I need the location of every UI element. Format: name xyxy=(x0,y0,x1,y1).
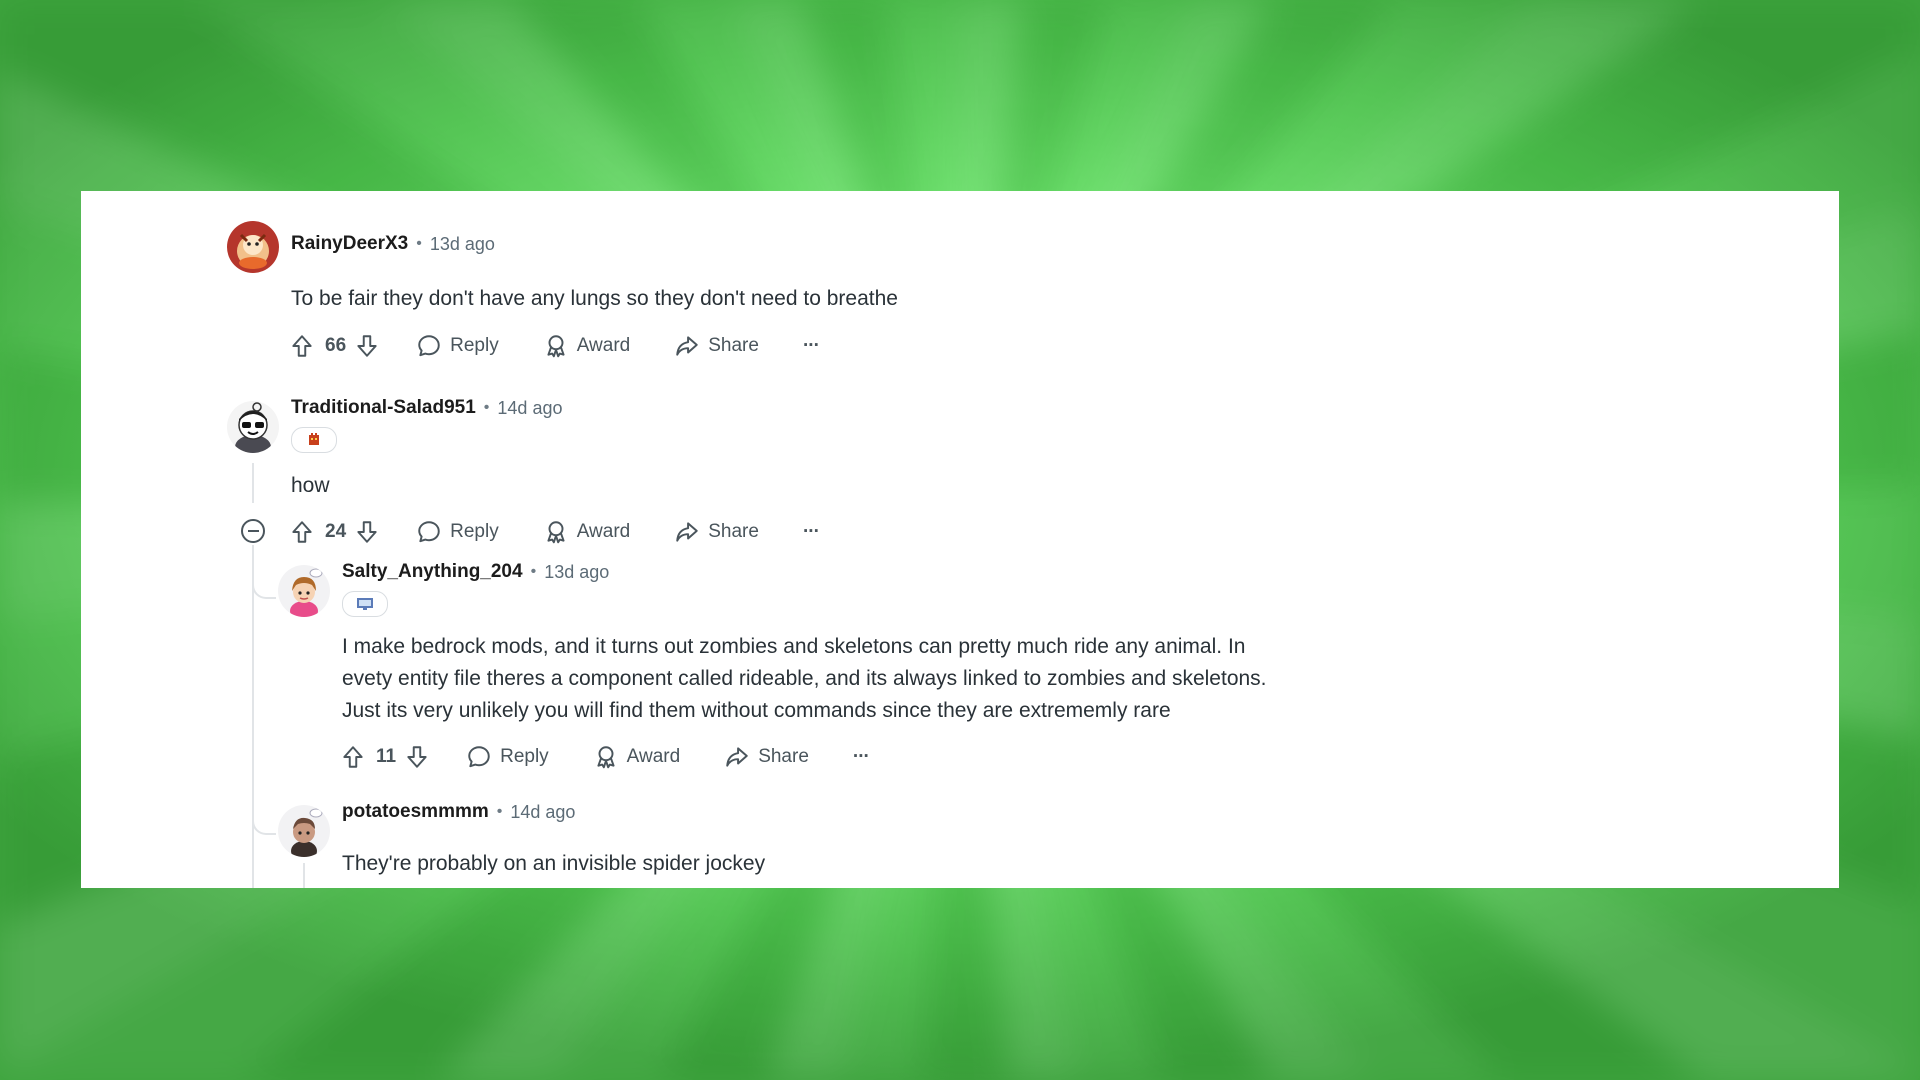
award-button[interactable]: Award xyxy=(543,519,631,545)
share-label: Share xyxy=(708,335,759,356)
timestamp[interactable]: 14d ago xyxy=(510,802,575,823)
flair-emoji-icon xyxy=(357,598,373,610)
reply-label: Reply xyxy=(450,335,499,356)
arrow-down-icon xyxy=(357,521,377,543)
avatar[interactable] xyxy=(278,565,330,617)
more-dots-icon: ··· xyxy=(802,521,820,542)
upvote-button[interactable] xyxy=(289,519,315,545)
comment-text-line: how xyxy=(291,474,330,497)
share-arrow-icon xyxy=(676,336,698,356)
comment-body: how xyxy=(291,470,330,502)
timestamp[interactable]: 13d ago xyxy=(430,234,495,255)
speech-bubble-icon xyxy=(468,746,490,768)
award-label: Award xyxy=(576,335,631,356)
meta-separator: • xyxy=(483,399,490,416)
meta-separator: • xyxy=(416,235,422,252)
downvote-button[interactable] xyxy=(404,744,430,770)
award-label: Award xyxy=(626,746,681,767)
comment-text-line: I make bedrock mods, and it turns out zo… xyxy=(342,635,1246,658)
award-label: Award xyxy=(576,521,631,542)
upvote-button[interactable] xyxy=(340,744,366,770)
comment-meta: Salty_Anything_204 • 13d ago xyxy=(342,561,609,583)
avatar[interactable] xyxy=(227,401,279,453)
award-ribbon-icon xyxy=(547,335,565,358)
share-button[interactable]: Share xyxy=(674,333,759,359)
arrow-up-icon xyxy=(343,746,363,768)
reply-button[interactable]: Reply xyxy=(416,519,499,545)
thread-line[interactable] xyxy=(252,545,254,888)
vote-count: 11 xyxy=(376,746,397,767)
speech-bubble-icon xyxy=(418,521,440,543)
share-label: Share xyxy=(758,746,809,767)
meta-separator: • xyxy=(496,803,503,820)
award-ribbon-icon xyxy=(547,521,565,544)
more-dots-icon: ··· xyxy=(852,746,870,767)
speech-bubble-icon xyxy=(418,335,440,357)
comment-actions: 66 Reply Award Share ··· xyxy=(289,330,820,362)
downvote-button[interactable] xyxy=(354,519,380,545)
arrow-up-icon xyxy=(292,335,312,357)
comment-text-line: evety entity file theres a component cal… xyxy=(342,667,1267,690)
username[interactable]: potatoesmmmm xyxy=(342,801,489,823)
comment-text-line: To be fair they don't have any lungs so … xyxy=(291,287,898,310)
comment-meta: Traditional-Salad951 • 14d ago xyxy=(291,397,562,419)
award-ribbon-icon xyxy=(597,746,615,769)
more-options-button[interactable]: ··· xyxy=(852,746,870,768)
username[interactable]: RainyDeerX3 xyxy=(291,233,408,255)
meta-separator: • xyxy=(530,563,537,580)
comment-text-line: They're probably on an invisible spider … xyxy=(342,852,766,875)
comment-text-line: Just its very unlikely you will find the… xyxy=(342,699,1171,722)
comment-body: To be fair they don't have any lungs so … xyxy=(291,283,898,315)
thread-connector xyxy=(252,551,276,599)
arrow-down-icon xyxy=(407,746,427,768)
share-label: Share xyxy=(708,521,759,542)
vote-count: 66 xyxy=(325,335,347,356)
more-options-button[interactable]: ··· xyxy=(802,521,820,543)
timestamp[interactable]: 13d ago xyxy=(544,562,609,583)
arrow-up-icon xyxy=(292,521,312,543)
comment-body: I make bedrock mods, and it turns out zo… xyxy=(342,631,1267,727)
reply-button[interactable]: Reply xyxy=(416,333,499,359)
timestamp[interactable]: 14d ago xyxy=(497,398,562,419)
award-button[interactable]: Award xyxy=(543,333,631,359)
thread-connector xyxy=(252,791,276,835)
comment-thread-card: RainyDeerX3 • 13d ago To be fair they do… xyxy=(81,191,1839,888)
flair-emoji-icon xyxy=(309,433,319,445)
reply-label: Reply xyxy=(500,746,549,767)
user-flair xyxy=(291,427,337,453)
share-arrow-icon xyxy=(676,522,698,542)
reply-button[interactable]: Reply xyxy=(466,744,549,770)
user-flair xyxy=(342,591,388,617)
comment-actions: 24 Reply Award Share ··· xyxy=(289,516,820,548)
username[interactable]: Salty_Anything_204 xyxy=(342,561,523,583)
comment-actions: 11 Reply Award Share ··· xyxy=(340,741,870,773)
comment-meta: RainyDeerX3 • 13d ago xyxy=(291,233,495,255)
thread-line[interactable] xyxy=(303,863,305,888)
collapse-thread-button[interactable] xyxy=(241,519,265,543)
thread-line[interactable] xyxy=(252,463,254,503)
award-button[interactable]: Award xyxy=(593,744,681,770)
avatar[interactable] xyxy=(227,221,279,273)
comment-meta: potatoesmmmm • 14d ago xyxy=(342,801,575,823)
more-dots-icon: ··· xyxy=(802,335,820,356)
comment-body: They're probably on an invisible spider … xyxy=(342,848,765,880)
share-button[interactable]: Share xyxy=(724,744,809,770)
more-options-button[interactable]: ··· xyxy=(802,335,820,357)
downvote-button[interactable] xyxy=(354,333,380,359)
share-button[interactable]: Share xyxy=(674,519,759,545)
vote-count: 24 xyxy=(325,521,347,542)
arrow-down-icon xyxy=(357,335,377,357)
avatar[interactable] xyxy=(278,805,330,857)
upvote-button[interactable] xyxy=(289,333,315,359)
username[interactable]: Traditional-Salad951 xyxy=(291,397,476,419)
collapse-minus-icon xyxy=(247,530,259,532)
share-arrow-icon xyxy=(726,747,748,767)
reply-label: Reply xyxy=(450,521,499,542)
